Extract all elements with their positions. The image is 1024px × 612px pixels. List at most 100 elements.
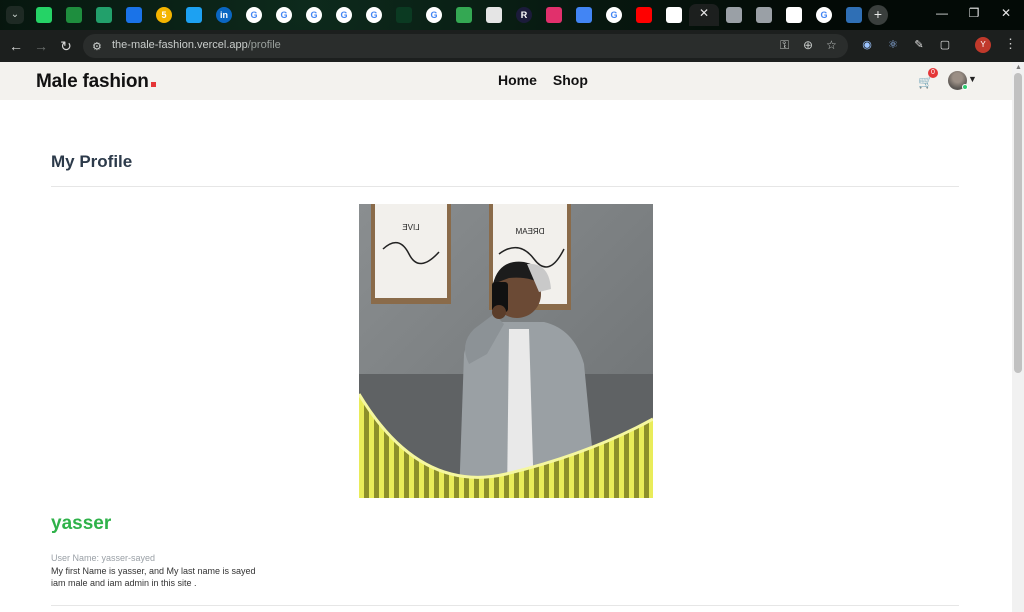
profile-bio: My first Name is yasser, and My last nam…	[51, 565, 281, 589]
browser-tab[interactable]	[389, 4, 419, 26]
close-icon[interactable]: ✕	[689, 6, 719, 20]
browser-tab[interactable]	[629, 4, 659, 26]
bookmark-star-icon[interactable]: ☆	[826, 38, 837, 52]
browser-menu-button[interactable]: ⋮	[1004, 36, 1017, 52]
profile-username: User Name: yasser-sayed	[51, 553, 156, 563]
cart-count-badge: 0	[928, 68, 938, 78]
browser-tab[interactable]	[59, 4, 89, 26]
tab-list: 5 in G G G G G G R G ✕ G	[29, 4, 869, 26]
browser-tab[interactable]: 5	[149, 4, 179, 26]
browser-tab[interactable]	[29, 4, 59, 26]
browser-tab[interactable]: ✕	[689, 4, 719, 26]
reload-button[interactable]: ↻	[58, 38, 74, 54]
google-icon: G	[306, 7, 322, 23]
browser-tab[interactable]: in	[209, 4, 239, 26]
poster-left-text: LIVE	[402, 223, 419, 232]
address-bar[interactable]: ⚙ the-male-fashion.vercel.app/profile ⚿ …	[83, 34, 848, 58]
site-info-icon[interactable]: ⚙	[92, 40, 102, 53]
google-drive-icon	[456, 7, 472, 23]
browser-tab[interactable]: G	[269, 4, 299, 26]
browser-toolbar: ← → ↻ ⚙ the-male-fashion.vercel.app/prof…	[0, 30, 1024, 62]
google-icon: G	[246, 7, 262, 23]
browser-tab[interactable]	[539, 4, 569, 26]
online-status-dot	[962, 84, 968, 90]
browser-tab[interactable]	[659, 4, 689, 26]
window-icon	[846, 7, 862, 23]
browser-tab[interactable]: G	[239, 4, 269, 26]
browser-tab[interactable]	[569, 4, 599, 26]
browser-tab[interactable]	[779, 4, 809, 26]
extension-icon[interactable]: ◉	[860, 38, 874, 52]
window-close-button[interactable]: ✕	[996, 6, 1016, 20]
browser-tab[interactable]: G	[599, 4, 629, 26]
new-tab-button[interactable]: +	[868, 5, 888, 25]
google-icon: G	[276, 7, 292, 23]
nav-shop-link[interactable]: Shop	[553, 72, 588, 88]
browser-tab[interactable]	[179, 4, 209, 26]
info-icon	[126, 7, 142, 23]
chatgpt-icon	[486, 7, 502, 23]
browser-tab[interactable]	[89, 4, 119, 26]
github-icon	[666, 7, 682, 23]
eyedropper-icon[interactable]: ✎	[912, 38, 926, 52]
youtube-icon	[636, 7, 652, 23]
page-scrollbar[interactable]: ▲	[1012, 62, 1024, 612]
code-icon	[96, 7, 112, 23]
scroll-up-icon[interactable]: ▲	[1015, 64, 1022, 71]
restore-button[interactable]: ❐	[964, 6, 984, 20]
number-icon: 5	[156, 7, 172, 23]
google-icon: G	[426, 7, 442, 23]
browser-tab[interactable]	[839, 4, 869, 26]
site-logo[interactable]: Male fashion	[36, 71, 156, 93]
title-divider	[51, 186, 959, 187]
google-icon: G	[816, 7, 832, 23]
nav-home-link[interactable]: Home	[498, 72, 537, 88]
forward-button[interactable]: →	[33, 38, 49, 54]
minimize-button[interactable]: —	[932, 6, 952, 20]
extensions-puzzle-icon[interactable]: ▢	[938, 38, 952, 52]
profile-name: yasser	[51, 513, 112, 534]
password-key-icon[interactable]: ⚿	[780, 38, 789, 53]
bio-line: My first Name is yasser, and My last nam…	[51, 566, 256, 576]
chevron-down-icon[interactable]: ▼	[968, 74, 977, 84]
profile-photo: LIVE DREAM	[359, 204, 653, 498]
browser-tab[interactable]	[749, 4, 779, 26]
tab-search-button[interactable]: ⌄	[6, 6, 24, 24]
globe-icon	[756, 7, 772, 23]
google-icon: G	[606, 7, 622, 23]
browser-tab[interactable]: G	[329, 4, 359, 26]
browser-tab[interactable]	[119, 4, 149, 26]
google-icon: G	[366, 7, 382, 23]
back-button[interactable]: ←	[8, 38, 24, 54]
browser-tab[interactable]: R	[509, 4, 539, 26]
drive-icon	[66, 7, 82, 23]
browser-tab[interactable]: G	[299, 4, 329, 26]
page-title: My Profile	[51, 152, 133, 171]
react-devtools-icon[interactable]: ⚛	[886, 38, 900, 52]
browser-tab[interactable]	[449, 4, 479, 26]
bottom-divider	[51, 605, 959, 606]
bubble-icon	[186, 7, 202, 23]
instagram-icon	[546, 7, 562, 23]
browser-tab[interactable]: G	[809, 4, 839, 26]
google-icon: G	[336, 7, 352, 23]
translate-icon	[576, 7, 592, 23]
browser-tab[interactable]	[719, 4, 749, 26]
scrollbar-thumb[interactable]	[1014, 73, 1022, 373]
poster-right-text: DREAM	[515, 227, 544, 236]
github-icon	[786, 7, 802, 23]
site-header: Male fashion Home Shop 🛒 0 ▼	[0, 62, 1012, 100]
browser-tab[interactable]: G	[419, 4, 449, 26]
linkedin-icon: in	[216, 7, 232, 23]
main-nav: Home Shop	[498, 72, 588, 88]
whatsapp-icon	[36, 7, 52, 23]
r-icon: R	[516, 7, 532, 23]
browser-tab[interactable]	[479, 4, 509, 26]
bio-line: iam male and iam admin in this site .	[51, 578, 197, 588]
browser-tab[interactable]: G	[359, 4, 389, 26]
zoom-icon[interactable]: ⊕	[803, 38, 813, 52]
blank-icon	[396, 7, 412, 23]
url-text[interactable]: the-male-fashion.vercel.app/profile	[112, 39, 281, 51]
globe-icon	[726, 7, 742, 23]
browser-profile-avatar[interactable]: Y	[975, 37, 991, 53]
